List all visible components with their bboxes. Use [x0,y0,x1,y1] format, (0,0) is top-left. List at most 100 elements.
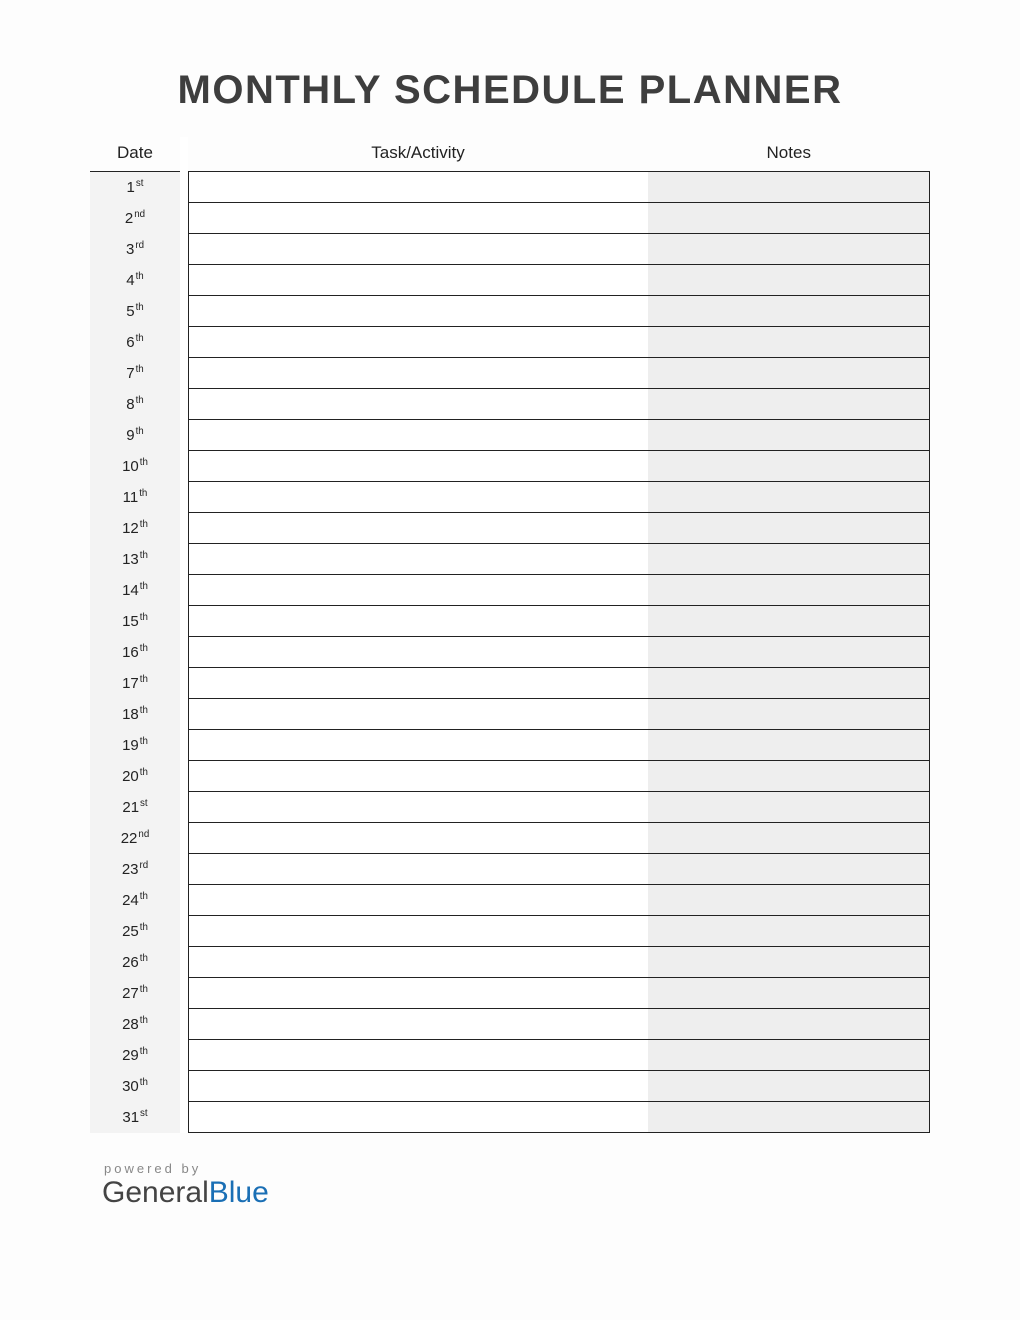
date-cell: 14th [90,575,180,606]
notes-cell[interactable] [648,203,930,234]
task-cell[interactable] [188,575,648,606]
notes-cell[interactable] [648,482,930,513]
table-row: 7th [90,358,930,389]
date-number: 19 [122,737,139,754]
table-row: 6th [90,327,930,358]
notes-cell[interactable] [648,420,930,451]
date-cell: 13th [90,544,180,575]
task-cell[interactable] [188,172,648,203]
task-cell[interactable] [188,296,648,327]
task-cell[interactable] [188,637,648,668]
date-cell: 5th [90,296,180,327]
notes-cell[interactable] [648,916,930,947]
date-cell: 7th [90,358,180,389]
task-cell[interactable] [188,699,648,730]
date-cell: 10th [90,451,180,482]
task-cell[interactable] [188,823,648,854]
task-cell[interactable] [188,885,648,916]
task-cell[interactable] [188,1009,648,1040]
table-row: 24th [90,885,930,916]
notes-cell[interactable] [648,389,930,420]
task-cell[interactable] [188,544,648,575]
notes-cell[interactable] [648,172,930,203]
notes-cell[interactable] [648,792,930,823]
notes-cell[interactable] [648,327,930,358]
notes-cell[interactable] [648,947,930,978]
notes-cell[interactable] [648,637,930,668]
date-number: 23 [122,861,139,878]
date-cell: 19th [90,730,180,761]
notes-cell[interactable] [648,730,930,761]
notes-cell[interactable] [648,885,930,916]
task-cell[interactable] [188,978,648,1009]
table-row: 30th [90,1071,930,1102]
planner-table: Date Task/Activity Notes 1st2nd3rd4th5th… [90,137,930,1133]
notes-cell[interactable] [648,606,930,637]
task-cell[interactable] [188,358,648,389]
date-number: 2 [125,210,133,227]
notes-cell[interactable] [648,1040,930,1071]
date-suffix: th [140,767,148,778]
date-suffix: th [140,891,148,902]
notes-cell[interactable] [648,699,930,730]
date-suffix: th [140,581,148,592]
date-number: 20 [122,768,139,785]
task-cell[interactable] [188,606,648,637]
date-suffix: th [136,302,144,313]
task-cell[interactable] [188,513,648,544]
task-cell[interactable] [188,265,648,296]
date-cell: 2nd [90,203,180,234]
task-cell[interactable] [188,203,648,234]
task-cell[interactable] [188,854,648,885]
notes-cell[interactable] [648,575,930,606]
date-suffix: st [136,178,144,189]
task-cell[interactable] [188,916,648,947]
task-cell[interactable] [188,1040,648,1071]
notes-cell[interactable] [648,978,930,1009]
task-cell[interactable] [188,761,648,792]
notes-cell[interactable] [648,823,930,854]
table-row: 19th [90,730,930,761]
table-row: 9th [90,420,930,451]
notes-cell[interactable] [648,513,930,544]
date-suffix: rd [140,860,149,871]
notes-cell[interactable] [648,358,930,389]
notes-cell[interactable] [648,234,930,265]
date-number: 26 [122,954,139,971]
date-suffix: nd [138,829,149,840]
notes-cell[interactable] [648,1071,930,1102]
task-cell[interactable] [188,730,648,761]
task-cell[interactable] [188,451,648,482]
task-cell[interactable] [188,1102,648,1133]
date-suffix: rd [135,240,144,251]
notes-cell[interactable] [648,296,930,327]
date-cell: 23rd [90,854,180,885]
notes-cell[interactable] [648,544,930,575]
notes-cell[interactable] [648,1102,930,1133]
date-suffix: th [136,333,144,344]
notes-cell[interactable] [648,1009,930,1040]
table-row: 21st [90,792,930,823]
task-cell[interactable] [188,947,648,978]
date-suffix: th [140,1077,148,1088]
notes-cell[interactable] [648,854,930,885]
notes-cell[interactable] [648,761,930,792]
task-cell[interactable] [188,327,648,358]
task-cell[interactable] [188,792,648,823]
notes-cell[interactable] [648,668,930,699]
task-cell[interactable] [188,420,648,451]
task-cell[interactable] [188,234,648,265]
notes-cell[interactable] [648,451,930,482]
task-cell[interactable] [188,389,648,420]
task-cell[interactable] [188,482,648,513]
date-suffix: th [140,922,148,933]
table-row: 17th [90,668,930,699]
date-number: 31 [122,1109,139,1126]
date-suffix: th [140,953,148,964]
table-row: 1st [90,172,930,203]
date-cell: 3rd [90,234,180,265]
task-cell[interactable] [188,1071,648,1102]
notes-cell[interactable] [648,265,930,296]
col-header-notes: Notes [648,137,930,172]
task-cell[interactable] [188,668,648,699]
